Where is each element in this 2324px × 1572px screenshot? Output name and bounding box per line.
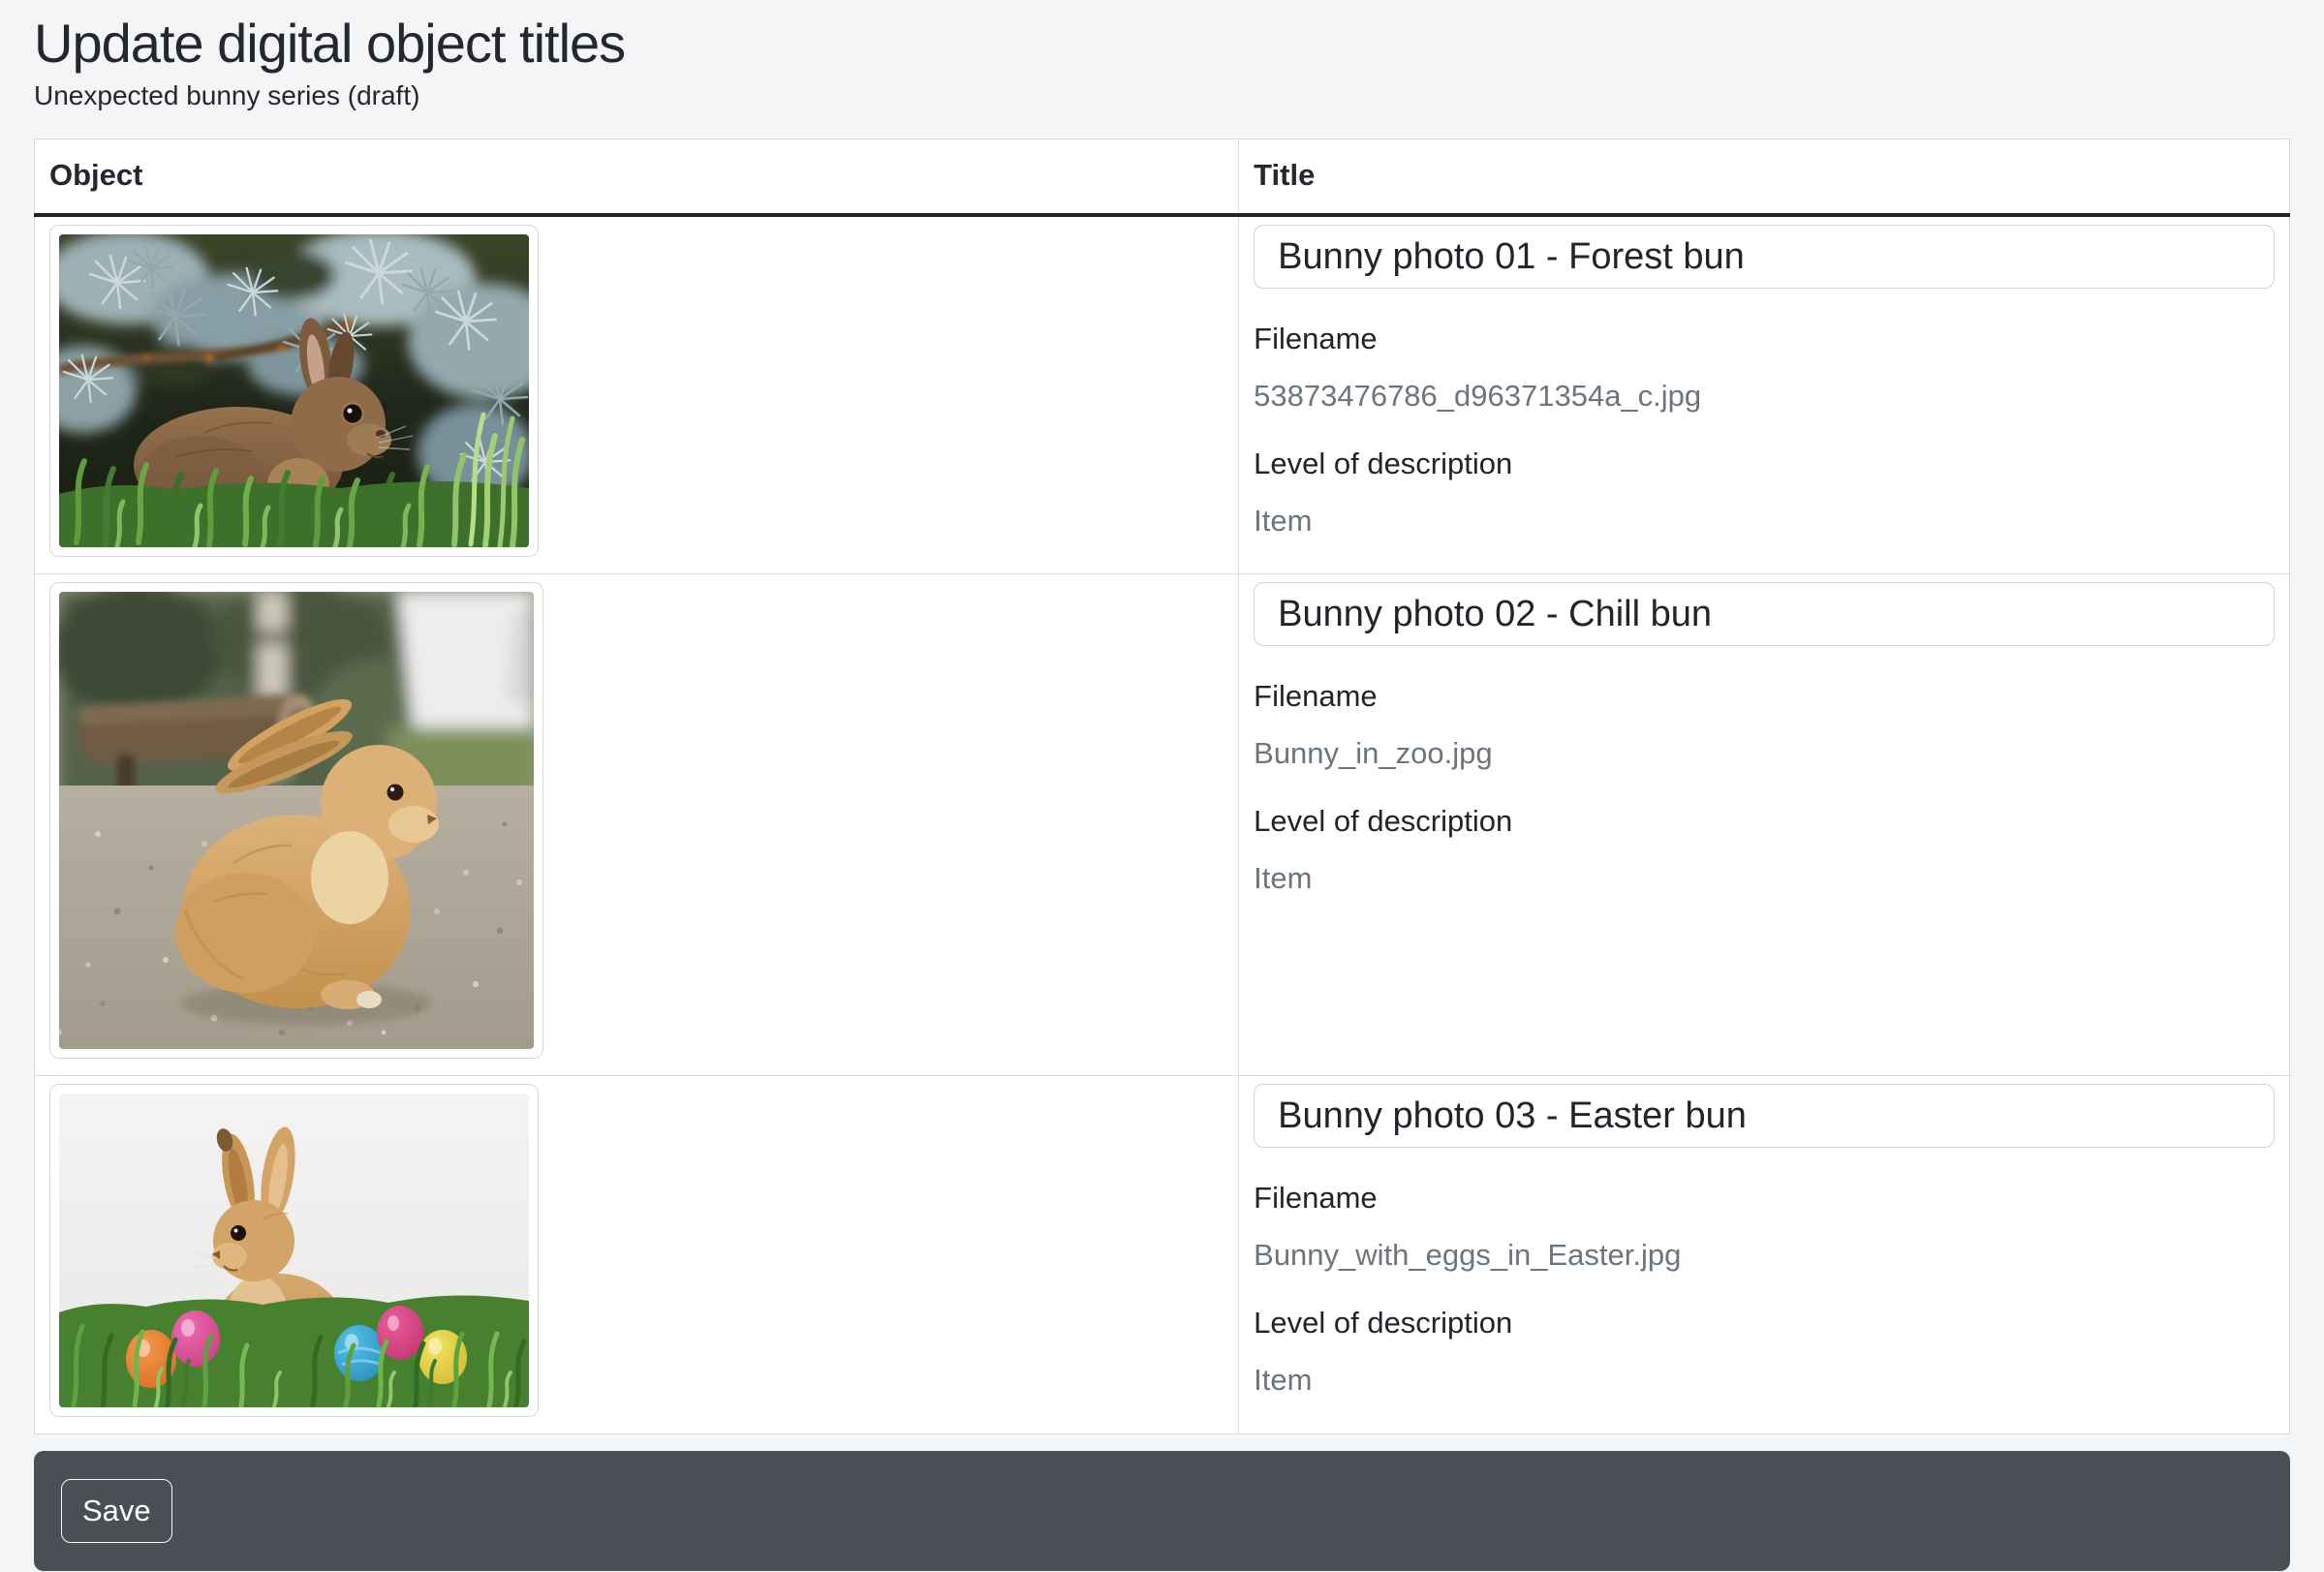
level-of-description-label: Level of description: [1254, 803, 2275, 839]
filename-label: Filename: [1254, 1180, 2275, 1216]
page-title: Update digital object titles: [34, 14, 2290, 74]
bunny-photo-2: [59, 592, 534, 1049]
filename-value: Bunny_with_eggs_in_Easter.jpg: [1254, 1237, 2275, 1273]
title-input-2[interactable]: [1254, 582, 2275, 646]
level-of-description-value: Item: [1254, 1362, 2275, 1398]
object-row-3: Filename Bunny_with_eggs_in_Easter.jpg L…: [35, 1076, 2290, 1434]
digital-objects-table: Object Title: [34, 139, 2290, 1434]
filename-label: Filename: [1254, 321, 2275, 356]
column-header-title: Title: [1239, 139, 2290, 216]
actions-bar: Save: [34, 1451, 2290, 1571]
thumbnail-card-2: [49, 582, 543, 1059]
level-of-description-value: Item: [1254, 860, 2275, 896]
save-button[interactable]: Save: [61, 1479, 172, 1543]
title-input-1[interactable]: [1254, 225, 2275, 289]
thumbnail-card-1: [49, 225, 539, 557]
table-header-row: Object Title: [35, 139, 2290, 216]
bunny-photo-1: [59, 234, 529, 547]
thumbnail-card-3: [49, 1084, 539, 1417]
page-container: Update digital object titles Unexpected …: [0, 0, 2324, 1434]
title-input-3[interactable]: [1254, 1084, 2275, 1148]
filename-value: 53873476786_d96371354a_c.jpg: [1254, 378, 2275, 414]
level-of-description-value: Item: [1254, 503, 2275, 539]
level-of-description-label: Level of description: [1254, 1305, 2275, 1341]
filename-label: Filename: [1254, 678, 2275, 714]
column-header-object: Object: [35, 139, 1239, 216]
filename-value: Bunny_in_zoo.jpg: [1254, 735, 2275, 771]
level-of-description-label: Level of description: [1254, 446, 2275, 481]
page-subtitle: Unexpected bunny series (draft): [34, 79, 2290, 111]
bunny-photo-3: [59, 1094, 529, 1407]
object-row-2: Filename Bunny_in_zoo.jpg Level of descr…: [35, 574, 2290, 1076]
object-row-1: Filename 53873476786_d96371354a_c.jpg Le…: [35, 215, 2290, 574]
